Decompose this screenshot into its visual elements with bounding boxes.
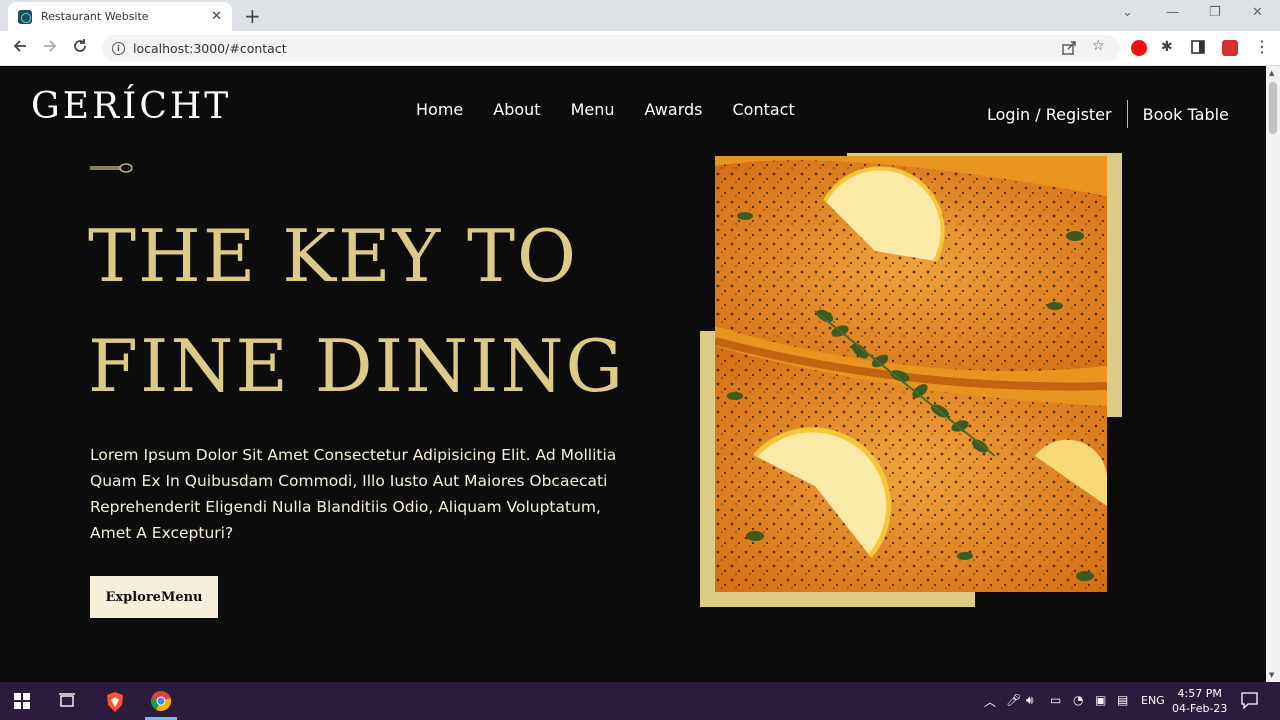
chrome-browser-icon[interactable] [150,690,172,712]
side-panel-icon[interactable] [1191,39,1205,58]
salmon-dish-image [715,156,1107,592]
browser-tab[interactable]: Restaurant Website ✕ [8,2,232,31]
address-bar[interactable]: i localhost:3000/#contact ☆ [102,35,1120,62]
network-icon[interactable]: ▣ [1095,693,1106,707]
tab-close-icon[interactable]: ✕ [211,9,222,24]
volume-icon[interactable]: 🔊︎ [1026,693,1034,708]
restore-button[interactable]: ❐ [1209,5,1221,20]
site-info-icon[interactable]: i [112,42,125,55]
hero-headline: THE KEY TO FINE DINING [88,201,625,421]
tab-search-icon[interactable]: ⌄ [1122,5,1133,20]
windows-start-icon[interactable] [14,693,30,709]
close-window-button[interactable]: ✕ [1252,5,1263,20]
hero-description: Lorem Ipsum Dolor Sit Amet Consectetur A… [90,446,617,542]
language-indicator[interactable]: ENG [1141,694,1165,707]
angular-extension-icon[interactable] [1222,40,1238,56]
nav-divider [1126,100,1128,128]
keyboard-icon[interactable]: ▤ [1117,693,1128,707]
windows-taskbar: ︿ 🎤︎ 🔊︎ ▭ ◔ ▣ ▤ ENG 4:57 PM 04-Feb-23 [0,682,1280,720]
scroll-thumb[interactable] [1269,82,1277,134]
browser-tab-bar: Restaurant Website ✕ + ⌄ — ❐ ✕ [0,0,1280,31]
clock-date: 04-Feb-23 [1172,702,1228,715]
nav-right-group: Login / Register Book Table [987,100,1229,128]
extensions-puzzle-icon[interactable]: ✱ [1161,39,1173,55]
brave-browser-icon[interactable] [105,691,125,713]
headline-line-2: FINE DINING [88,324,625,408]
wifi-icon[interactable]: ◔ [1073,693,1083,707]
kebab-menu-icon[interactable]: ⋮ [1254,37,1270,56]
login-register-link[interactable]: Login / Register [987,105,1112,124]
battery-icon[interactable]: ▭ [1050,693,1061,707]
nav-about[interactable]: About [493,100,540,119]
explore-menu-button[interactable]: ExploreMenu [90,576,218,618]
nav-home[interactable]: Home [416,100,463,119]
scroll-down-arrow-icon[interactable]: ▼ [1269,671,1274,679]
tray-overflow-icon[interactable]: ︿ [984,693,996,710]
taskbar-clock[interactable]: 4:57 PM 04-Feb-23 [1172,686,1227,716]
main-nav: Home About Menu Awards Contact [416,100,795,119]
back-arrow-icon[interactable] [12,38,28,58]
spoon-icon [90,163,133,173]
nav-awards[interactable]: Awards [645,100,703,119]
site-logo[interactable]: GERÍCHT [31,86,231,127]
browser-toolbar: i localhost:3000/#contact ☆ ✱ ⋮ [0,31,1280,66]
opera-extension-icon[interactable] [1131,40,1147,56]
forward-arrow-icon[interactable] [42,38,58,58]
tab-title: Restaurant Website [41,10,149,23]
reload-icon[interactable] [72,38,88,58]
headline-line-1: THE KEY TO [88,214,579,298]
notifications-icon[interactable] [1241,692,1258,709]
clock-time: 4:57 PM [1177,687,1222,700]
book-table-link[interactable]: Book Table [1143,105,1229,124]
bookmark-star-icon[interactable]: ☆ [1092,38,1105,54]
minimize-button[interactable]: — [1166,5,1179,20]
url-text: localhost:3000/#contact [133,41,287,56]
task-view-icon[interactable] [59,693,75,709]
react-favicon-icon [18,9,32,24]
nav-contact[interactable]: Contact [732,100,794,119]
nav-menu[interactable]: Menu [571,100,615,119]
page-scrollbar[interactable]: ▲ ▼ [1266,66,1280,682]
web-page: GERÍCHT Home About Menu Awards Contact L… [0,66,1266,682]
microphone-icon[interactable]: 🎤︎ [1006,693,1021,707]
new-tab-button[interactable]: + [244,4,261,28]
scroll-up-arrow-icon[interactable]: ▲ [1269,69,1274,77]
share-icon[interactable] [1062,40,1077,59]
